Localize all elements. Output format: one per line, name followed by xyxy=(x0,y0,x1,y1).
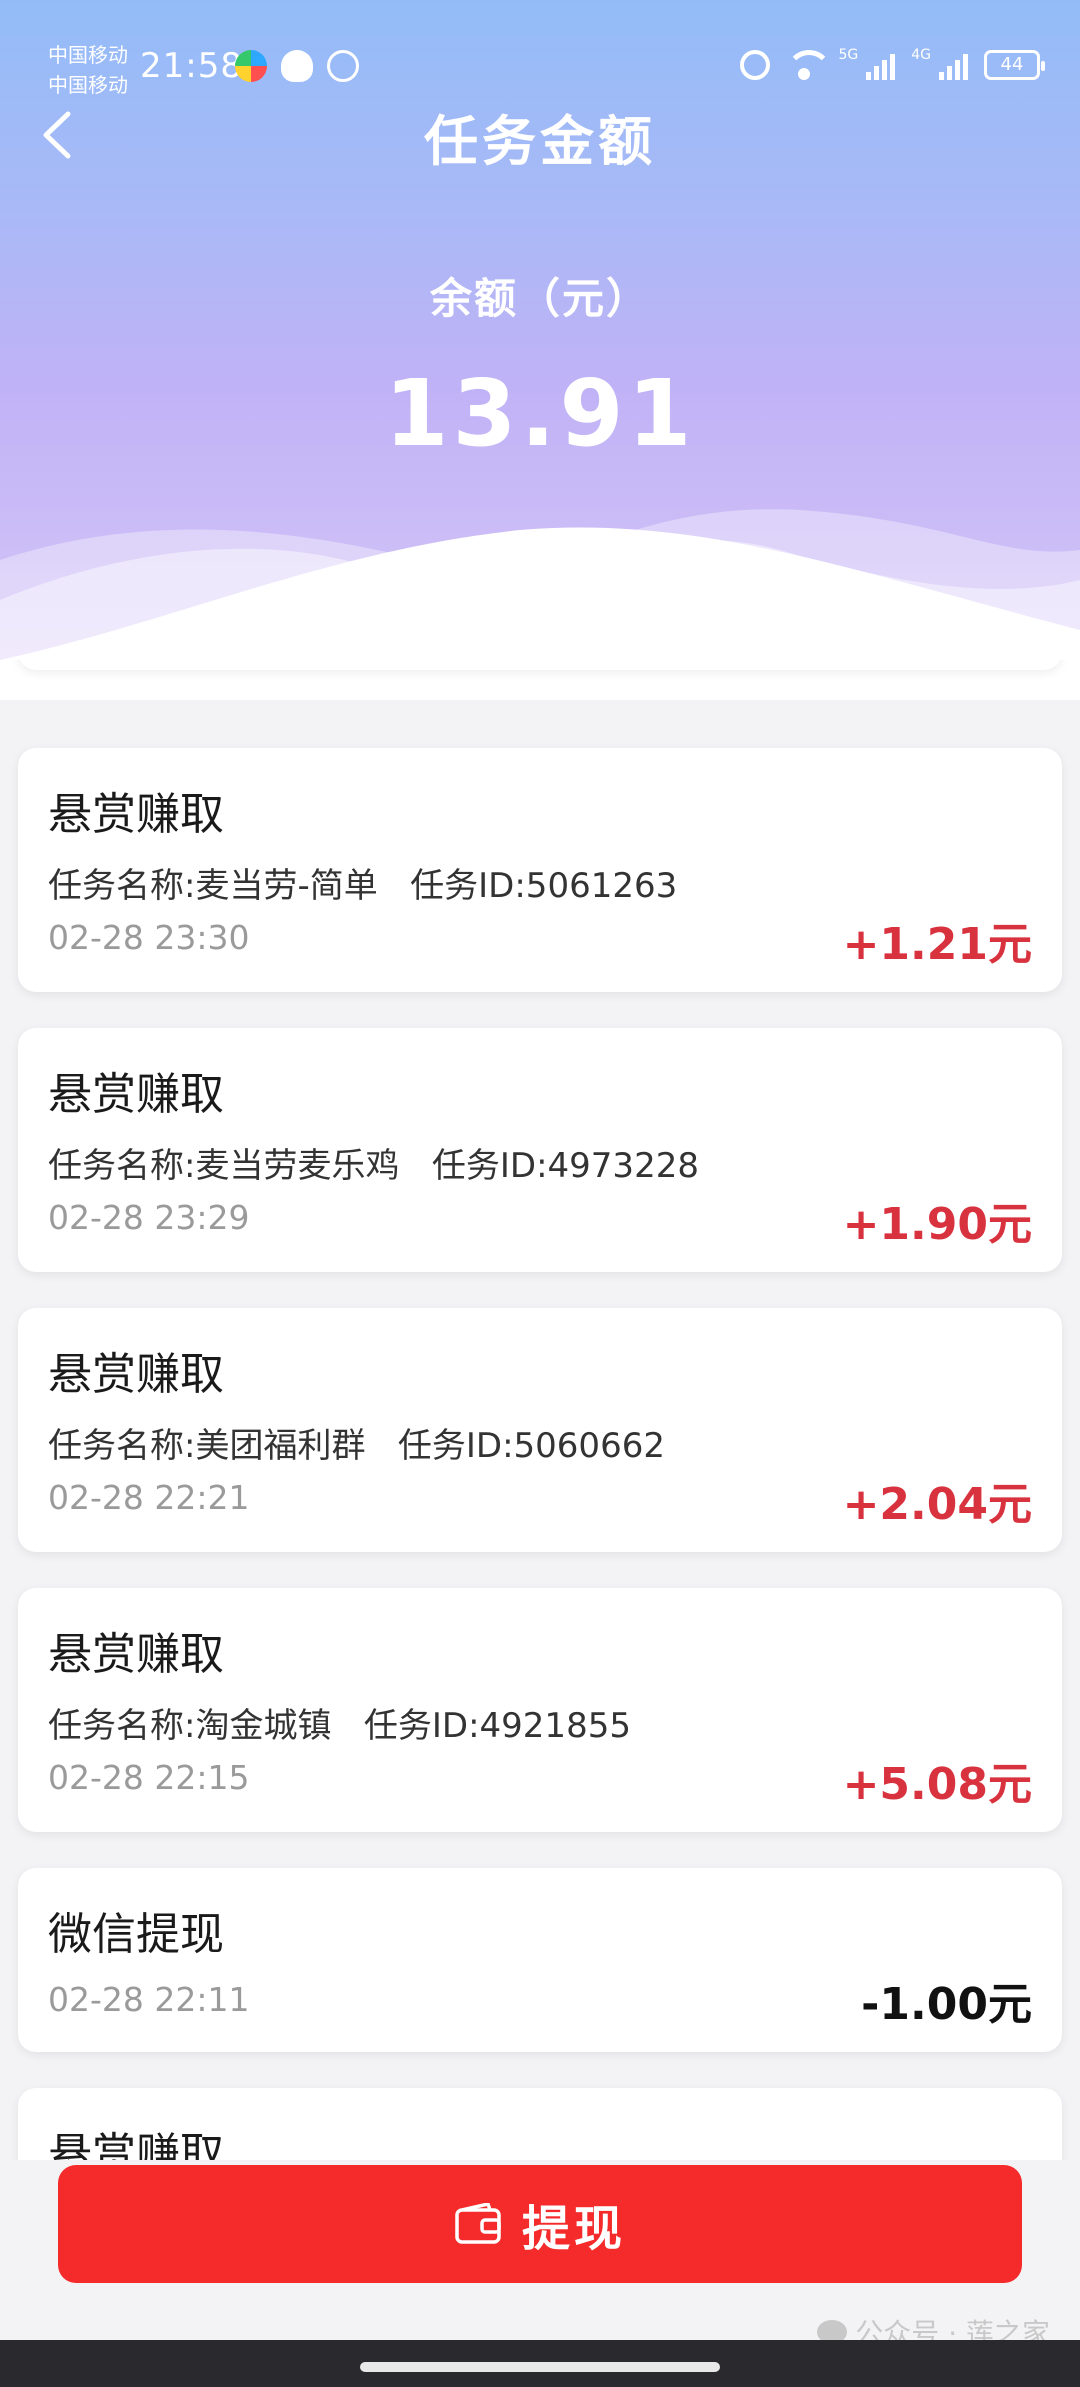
transaction-list[interactable]: 悬赏赚取 任务名称:麦当劳-简单 任务ID:5061263 02-28 23:3… xyxy=(0,660,1080,2160)
list-item xyxy=(18,660,1062,670)
record-time: 02-28 22:15 xyxy=(48,1758,250,1797)
record-type: 微信提现 xyxy=(48,1909,224,1960)
system-nav-bar xyxy=(0,2340,1080,2387)
qq-icon xyxy=(281,50,313,82)
carrier-labels: 中国移动 中国移动 xyxy=(48,40,128,100)
record-time: 02-28 22:11 xyxy=(48,1980,250,2019)
carrier-2: 中国移动 xyxy=(48,73,128,97)
signal-icon xyxy=(939,50,968,80)
wifi-icon xyxy=(786,50,833,80)
app-notification-icon xyxy=(235,50,267,82)
carrier-1: 中国移动 xyxy=(48,43,128,67)
system-icons: 5G 4G 44 xyxy=(740,47,1045,80)
record-description: 任务名称:淘金城镇 任务ID:4921855 xyxy=(48,1706,631,1746)
balance-value: 13.91 xyxy=(384,360,696,467)
record-description: 任务名称:美团福利群 任务ID:5060662 xyxy=(48,1426,665,1466)
clock: 21:58 xyxy=(140,46,243,86)
record-time: 02-28 23:30 xyxy=(48,918,250,957)
network-4g-label: 4G xyxy=(911,47,931,63)
list-item: 悬赏赚取 任务名称:麦当劳麦乐鸡 任务ID:4973228 02-28 23:2… xyxy=(18,1028,1062,1272)
record-amount: +1.21元 xyxy=(842,919,1032,970)
wallet-icon xyxy=(455,2203,501,2244)
record-description: 任务名称:麦当劳-简单 任务ID:5061263 xyxy=(48,866,678,906)
list-item: 悬赏赚取 任务名称:麦当劳-简单 任务ID:5061263 02-28 23:3… xyxy=(18,748,1062,992)
withdraw-button[interactable]: 提现 xyxy=(58,2165,1022,2283)
hand-icon xyxy=(327,50,359,82)
alarm-icon xyxy=(740,50,771,80)
battery-icon: 44 xyxy=(984,50,1045,80)
list-item: 悬赏赚取 任务名称:美团福利群 任务ID:5060662 02-28 22:21… xyxy=(18,1308,1062,1552)
list-item: 微信提现 02-28 22:11 -1.00元 xyxy=(18,1868,1062,2052)
header: 中国移动 中国移动 21:58 5G 4G 44 任务金额 余额（元） 13.9… xyxy=(0,0,1080,700)
withdraw-label: 提现 xyxy=(521,2201,626,2257)
record-amount: +2.04元 xyxy=(842,1479,1032,1530)
balance-label: 余额（元） xyxy=(429,274,650,323)
record-time: 02-28 23:29 xyxy=(48,1198,250,1237)
network-5g-label: 5G xyxy=(838,47,859,63)
record-type: 悬赏赚取 xyxy=(48,1069,224,1120)
record-time: 02-28 22:21 xyxy=(48,1478,250,1517)
list-item: 悬赏赚取 xyxy=(18,2088,1062,2160)
record-type: 悬赏赚取 xyxy=(48,1629,224,1680)
record-amount: +1.90元 xyxy=(842,1199,1032,1250)
record-type: 悬赏赚取 xyxy=(48,2129,224,2160)
list-item: 悬赏赚取 任务名称:淘金城镇 任务ID:4921855 02-28 22:15 … xyxy=(18,1588,1062,1832)
notification-icons xyxy=(235,50,359,82)
record-amount: -1.00元 xyxy=(861,1979,1032,2030)
signal-icon xyxy=(866,50,896,80)
home-indicator[interactable] xyxy=(360,2362,720,2372)
page-title: 任务金额 xyxy=(424,110,656,173)
record-type: 悬赏赚取 xyxy=(48,789,224,840)
record-amount: +5.08元 xyxy=(842,1759,1032,1810)
record-type: 悬赏赚取 xyxy=(48,1349,224,1400)
record-description: 任务名称:麦当劳麦乐鸡 任务ID:4973228 xyxy=(48,1146,699,1186)
